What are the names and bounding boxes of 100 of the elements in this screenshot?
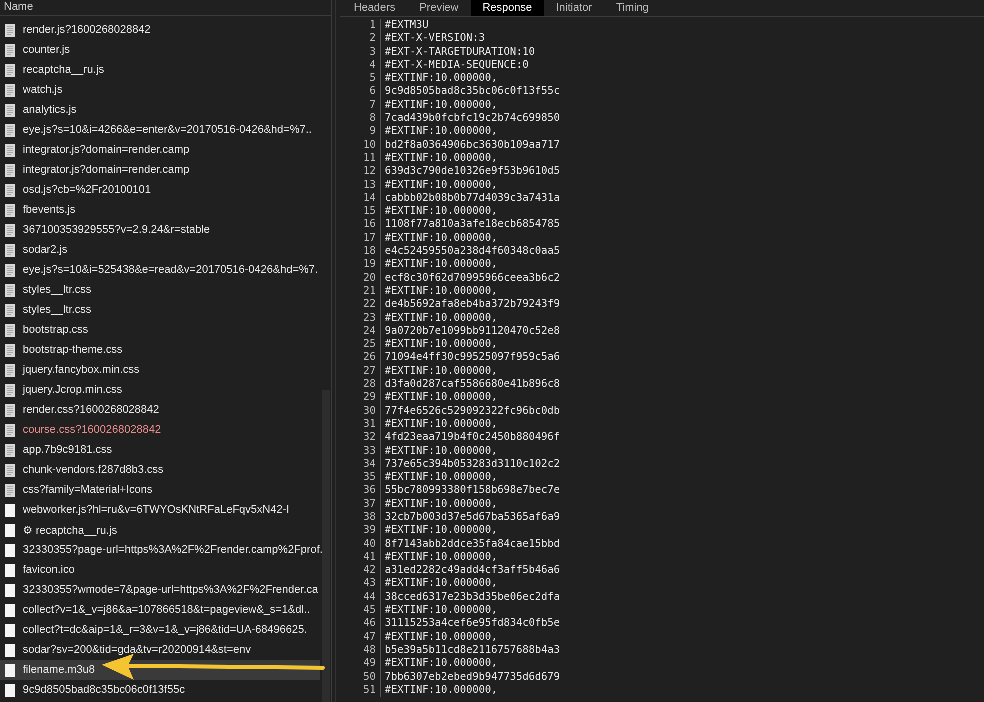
request-name: sodar2.js: [23, 244, 68, 256]
document-icon: [5, 444, 15, 456]
request-row[interactable]: webworker.js?hl=ru&v=6TWYOsKNtRFaLeFqv5xN42-I: [0, 500, 320, 520]
request-row[interactable]: 32330355?wmode=7&page-url=https%3A%2F%2Frender.ca: [0, 580, 320, 600]
request-row[interactable]: analytics.js: [0, 100, 320, 120]
line-number: 3: [340, 46, 381, 59]
file-icon: [5, 644, 15, 656]
code-line: 9c9d8505bad8c35bc06c0f13f55c: [384, 85, 560, 99]
request-name: fbevents.js: [23, 204, 76, 216]
document-icon: [5, 224, 15, 236]
request-row[interactable]: favicon.ico: [0, 560, 320, 580]
request-row[interactable]: render.js?1600268028842: [0, 20, 320, 40]
code-line: 71094e4ff30c99525097f959c5a6: [384, 351, 560, 365]
request-row[interactable]: collect?v=1&_v=j86&a=107866518&t=pageview&_s=1&dl..: [0, 600, 320, 620]
request-row[interactable]: bootstrap-theme.css: [0, 340, 320, 360]
code-line: #EXTINF:10.000000,: [384, 630, 498, 644]
line-number: 48: [340, 644, 381, 658]
request-name: watch.js: [23, 84, 63, 96]
tab[interactable]: Timing: [604, 0, 661, 16]
line-number: 47: [340, 630, 381, 644]
column-header[interactable]: Name: [0, 0, 331, 16]
request-row[interactable]: course.css?1600268028842: [0, 420, 320, 440]
scrollbar[interactable]: [322, 390, 330, 702]
request-row[interactable]: 32330355?page-url=https%3A%2F%2Frender.camp%2Fprof.: [0, 540, 320, 560]
request-name: 9c9d8505bad8c35bc06c0f13f55c: [23, 684, 186, 696]
code-line: 4fd23eaa719b4f0c2450b880496f: [384, 431, 560, 444]
request-row[interactable]: sodar?sv=200&tid=gda&tv=r20200914&st=env: [0, 640, 320, 660]
code-line: #EXTINF:10.000000,: [384, 205, 498, 218]
request-name: jquery.Jcrop.min.css: [23, 384, 122, 396]
document-icon: [5, 84, 15, 96]
tab[interactable]: Initiator: [544, 0, 604, 16]
line-number: 15: [340, 205, 381, 218]
document-icon: [5, 164, 15, 176]
tab[interactable]: Response: [470, 0, 544, 16]
line-number: 49: [340, 657, 381, 671]
request-row[interactable]: recaptcha__ru.js: [0, 60, 320, 80]
code-line: 1108f77a810a3afe18ecb6854785: [384, 218, 560, 232]
line-number: 21: [340, 284, 381, 298]
request-row[interactable]: styles__ltr.css: [0, 300, 320, 320]
tab[interactable]: Headers: [342, 0, 408, 16]
file-icon: [5, 664, 15, 676]
request-row[interactable]: jquery.fancybox.min.css: [0, 360, 320, 380]
document-icon: [5, 24, 15, 36]
request-row[interactable]: app.7b9c9181.css: [0, 440, 320, 460]
tab[interactable]: Preview: [408, 0, 471, 16]
code-line: #EXTINF:10.000000,: [384, 444, 498, 458]
request-row[interactable]: eye.js?s=10&i=4266&e=enter&v=20170516-0426&hd=%7..: [0, 120, 320, 140]
request-name: course.css?1600268028842: [23, 424, 162, 436]
code-line: #EXTINF:10.000000,: [384, 72, 498, 86]
document-icon: [5, 64, 15, 76]
request-row[interactable]: styles__ltr.css: [0, 280, 320, 300]
line-number: 12: [340, 165, 381, 179]
code-line: #EXTINF:10.000000,: [384, 152, 498, 166]
line-number: 10: [340, 138, 381, 152]
line-number: 20: [340, 272, 381, 285]
request-row[interactable]: chunk-vendors.f287d8b3.css: [0, 460, 320, 480]
request-name: sodar?sv=200&tid=gda&tv=r20200914&st=env: [23, 644, 252, 656]
line-number: 46: [340, 617, 381, 631]
line-number: 24: [340, 324, 381, 338]
code-line: #EXTINF:10.000000,: [384, 284, 498, 298]
code-line: cabbb02b08b0b77d4039c3a7431a: [384, 192, 560, 206]
line-number: 31: [340, 418, 381, 432]
document-icon: [5, 44, 15, 56]
request-row[interactable]: eye.js?s=10&i=525438&e=read&v=20170516-0426&hd=%7.: [0, 260, 320, 280]
line-number: 32: [340, 431, 381, 444]
code-line: 55bc780993380f158b698e7bec7e: [384, 484, 560, 498]
request-row[interactable]: osd.js?cb=%2Fr20100101: [0, 180, 320, 200]
code-line: #EXTINF:10.000000,: [384, 232, 498, 246]
request-row[interactable]: counter.js: [0, 40, 320, 60]
request-row[interactable]: 9c9d8505bad8c35bc06c0f13f55c: [0, 680, 320, 700]
request-row[interactable]: integrator.js?domain=render.camp: [0, 160, 320, 180]
request-row[interactable]: sodar2.js: [0, 240, 320, 260]
request-name: chunk-vendors.f287d8b3.css: [23, 464, 164, 476]
code-line: #EXTM3U: [384, 19, 429, 32]
code-line: #EXTINF:10.000000,: [384, 258, 498, 272]
line-number: 8: [340, 112, 381, 126]
line-number: 45: [340, 604, 381, 618]
request-row[interactable]: render.css?1600268028842: [0, 400, 320, 420]
request-row[interactable]: ⚙ recaptcha__ru.js: [0, 520, 320, 540]
request-name: analytics.js: [23, 104, 77, 116]
document-icon: [5, 184, 15, 196]
request-row[interactable]: bootstrap.css: [0, 320, 320, 340]
request-row[interactable]: watch.js: [0, 80, 320, 100]
request-name: jquery.fancybox.min.css: [23, 364, 140, 376]
code-line: #EXTINF:10.000000,: [384, 391, 498, 405]
code-line: ecf8c30f62d70995966ceea3b6c2: [384, 272, 560, 285]
request-row[interactable]: jquery.Jcrop.min.css: [0, 380, 320, 400]
request-row[interactable]: integrator.js?domain=render.camp: [0, 140, 320, 160]
request-row[interactable]: collect?t=dc&aip=1&_r=3&v=1&_v=j86&tid=UA-68496625.: [0, 620, 320, 640]
request-row[interactable]: css?family=Material+Icons: [0, 480, 320, 500]
request-row[interactable]: 367100353929555?v=2.9.24&r=stable: [0, 220, 320, 240]
line-number: 50: [340, 670, 381, 684]
code-line: e4c52459550a238d4f60348c0aa5: [384, 245, 560, 258]
request-row[interactable]: fbevents.js: [0, 200, 320, 220]
line-number: 35: [340, 471, 381, 484]
request-name: osd.js?cb=%2Fr20100101: [23, 184, 152, 196]
line-number: 17: [340, 232, 381, 246]
request-name: render.css?1600268028842: [23, 404, 160, 416]
code-line: 7cad439b0fcbfc19c2b74c699850: [384, 112, 560, 126]
document-icon: [5, 384, 15, 396]
